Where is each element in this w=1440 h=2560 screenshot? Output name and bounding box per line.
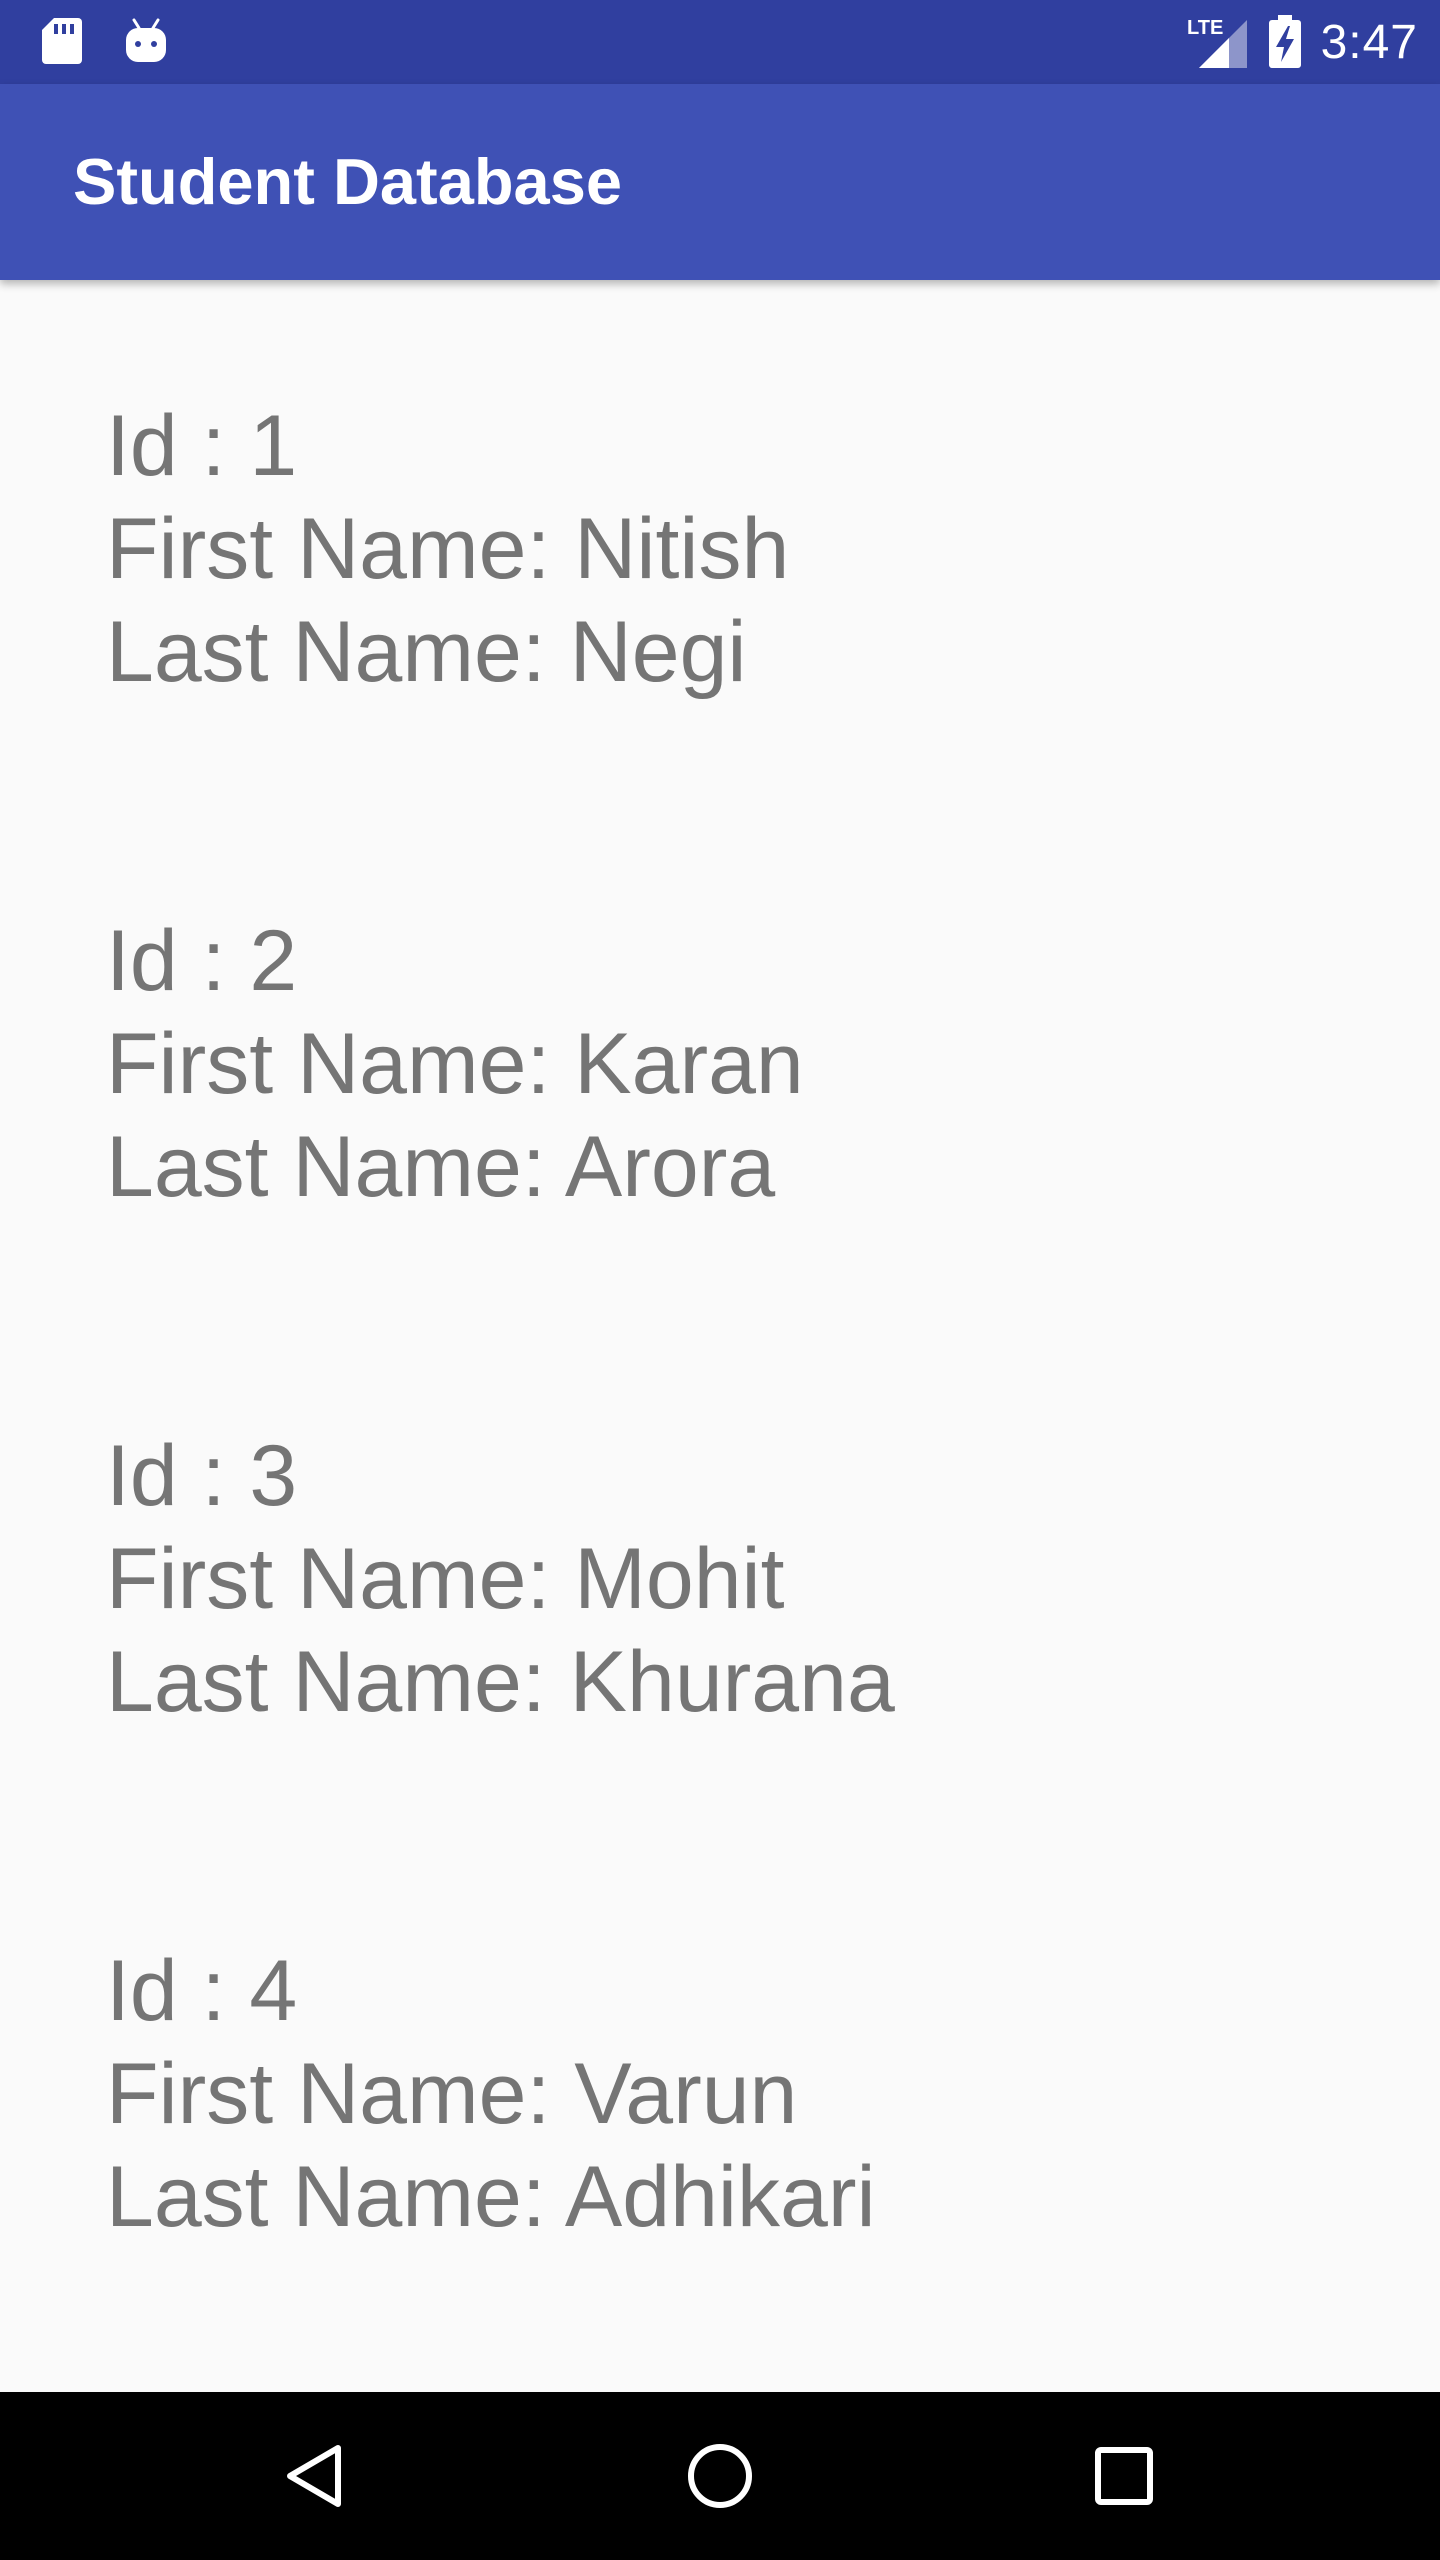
student-first-name: First Name: Mohit	[106, 1531, 785, 1627]
android-icon	[126, 18, 166, 62]
student-last-name: Last Name: Negi	[106, 604, 747, 700]
student-id: Id : 4	[106, 1943, 298, 2039]
student-record: Id : 2 First Name: Karan Last Name: Aror…	[106, 910, 1406, 1219]
student-id: Id : 3	[106, 1428, 298, 1524]
recents-icon[interactable]	[1074, 2426, 1174, 2526]
student-first-name: First Name: Nitish	[106, 501, 790, 597]
home-icon[interactable]	[670, 2426, 770, 2526]
student-record: Id : 4 First Name: Varun Last Name: Adhi…	[106, 1940, 1406, 2249]
student-first-name: First Name: Varun	[106, 2046, 798, 2142]
navigation-bar	[0, 2392, 1440, 2560]
student-record: Id : 1 First Name: Nitish Last Name: Neg…	[106, 395, 1406, 704]
student-list[interactable]: Id : 1 First Name: Nitish Last Name: Neg…	[0, 280, 1440, 2392]
app-bar: Student Database	[0, 84, 1440, 280]
student-last-name: Last Name: Khurana	[106, 1634, 895, 1730]
back-icon[interactable]	[266, 2426, 366, 2526]
status-time: 3:47	[1320, 15, 1418, 69]
student-id: Id : 1	[106, 398, 298, 494]
status-right-group: LTE 3:47	[1187, 0, 1418, 84]
app-title: Student Database	[73, 145, 623, 218]
student-record: Id : 3 First Name: Mohit Last Name: Khur…	[106, 1425, 1406, 1734]
student-id: Id : 2	[106, 913, 298, 1009]
battery-charging-icon	[1268, 15, 1301, 68]
student-last-name: Last Name: Adhikari	[106, 2149, 876, 2245]
network-label: LTE	[1187, 17, 1223, 39]
sd-card-icon	[42, 18, 82, 64]
student-last-name: Last Name: Arora	[106, 1119, 776, 1215]
student-first-name: First Name: Karan	[106, 1016, 804, 1112]
status-bar: LTE 3:47	[0, 0, 1440, 84]
screen: LTE 3:47 Student Database Id : 1 First N…	[0, 0, 1440, 2560]
lte-signal-icon: LTE	[1187, 17, 1247, 68]
